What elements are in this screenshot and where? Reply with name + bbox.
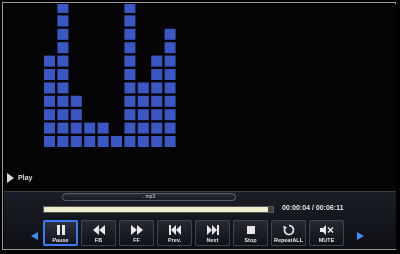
- play-icon: [7, 173, 14, 183]
- visualizer-block: [164, 122, 176, 134]
- filename-text: . mp3: [142, 194, 156, 200]
- repeat-label: RepeatALL: [273, 238, 304, 244]
- visualizer-block: [70, 136, 82, 147]
- visualizer-block: [137, 122, 149, 134]
- playback-status: Play: [7, 172, 32, 184]
- visualizer-block: [44, 109, 55, 121]
- scroll-left-arrow-icon[interactable]: [31, 232, 38, 240]
- visualizer-block: [57, 42, 69, 54]
- stop-icon: [244, 224, 258, 236]
- visualizer-block: [164, 95, 176, 107]
- previous-button[interactable]: Prev.: [157, 220, 192, 246]
- visualizer-block: [164, 55, 176, 67]
- visualizer-block: [124, 109, 136, 121]
- visualizer-block: [151, 82, 163, 94]
- visualizer-block: [124, 82, 136, 94]
- mute-icon: [319, 224, 334, 236]
- visualizer-block: [137, 109, 149, 121]
- visualizer-block: [44, 95, 55, 107]
- visualizer-block: [57, 136, 69, 147]
- visualizer-block: [164, 82, 176, 94]
- visualizer-block: [97, 136, 109, 147]
- visualizer-block: [124, 28, 136, 40]
- fast-backward-label: FB: [94, 238, 103, 244]
- visualizer-block: [124, 4, 136, 13]
- scroll-right-arrow-icon[interactable]: [357, 232, 364, 240]
- visualizer-block: [57, 55, 69, 67]
- progress-fill: [44, 207, 269, 212]
- visualizer-block: [151, 95, 163, 107]
- fast-forward-button[interactable]: FF: [119, 220, 154, 246]
- next-label: Next: [206, 238, 219, 244]
- visualizer-block: [57, 15, 69, 27]
- visualizer-block: [151, 55, 163, 67]
- visualizer-block: [57, 82, 69, 94]
- filename-bar: . mp3: [62, 193, 236, 201]
- visualizer-block: [70, 109, 82, 121]
- visualizer-block: [137, 82, 149, 94]
- visualizer-block: [44, 82, 55, 94]
- fast-backward-icon: [92, 224, 106, 236]
- visualizer-block: [70, 95, 82, 107]
- visualizer-block: [164, 69, 176, 80]
- visualizer-block: [70, 122, 82, 134]
- visualizer-block: [124, 136, 136, 147]
- visualizer-block: [124, 69, 136, 80]
- video-area: [4, 4, 396, 194]
- fast-forward-label: FF: [133, 238, 140, 244]
- visualizer-block: [57, 122, 69, 134]
- visualizer-block: [111, 136, 122, 147]
- visualizer-block: [164, 109, 176, 121]
- visualizer-block: [164, 28, 176, 40]
- visualizer-block: [84, 136, 96, 147]
- visualizer-block: [137, 136, 149, 147]
- visualizer-block: [124, 55, 136, 67]
- visualizer-block: [97, 122, 109, 134]
- pause-label: Pause: [52, 238, 69, 244]
- visualizer-block: [57, 95, 69, 107]
- stop-label: Stop: [244, 238, 257, 244]
- stop-button[interactable]: Stop: [233, 220, 268, 246]
- visualizer-block: [57, 69, 69, 80]
- mute-button[interactable]: MUTE: [309, 220, 344, 246]
- visualizer-block: [57, 109, 69, 121]
- visualizer-block: [124, 42, 136, 54]
- visualizer-block: [137, 95, 149, 107]
- visualizer-block: [44, 136, 55, 147]
- next-icon: [206, 224, 220, 236]
- visualizer-block: [124, 15, 136, 27]
- pause-button[interactable]: Pause: [43, 220, 78, 246]
- audio-visualizer: [44, 4, 176, 147]
- previous-label: Prev.: [167, 238, 182, 244]
- progress-bar[interactable]: [43, 206, 274, 213]
- mute-label: MUTE: [318, 238, 335, 244]
- visualizer-block: [44, 122, 55, 134]
- fast-backward-button[interactable]: FB: [81, 220, 116, 246]
- visualizer-block: [124, 95, 136, 107]
- control-buttons: Pause FB FF Prev. Next Stop RepeatALL MU…: [43, 220, 344, 246]
- visualizer-block: [151, 69, 163, 80]
- previous-icon: [168, 224, 182, 236]
- playback-status-label: Play: [18, 174, 33, 182]
- visualizer-block: [44, 55, 55, 67]
- visualizer-block: [57, 28, 69, 40]
- visualizer-block: [84, 122, 96, 134]
- fast-forward-icon: [130, 224, 144, 236]
- next-button[interactable]: Next: [195, 220, 230, 246]
- pause-icon: [54, 224, 68, 236]
- repeat-icon: [282, 224, 296, 236]
- visualizer-block: [164, 136, 176, 147]
- visualizer-block: [151, 136, 163, 147]
- visualizer-block: [151, 122, 163, 134]
- visualizer-block: [151, 109, 163, 121]
- visualizer-block: [57, 4, 69, 13]
- repeat-button[interactable]: RepeatALL: [271, 220, 306, 246]
- visualizer-block: [44, 69, 55, 80]
- visualizer-block: [164, 42, 176, 54]
- time-display: 00:00:04 / 00:06:11: [282, 205, 344, 212]
- visualizer-block: [124, 122, 136, 134]
